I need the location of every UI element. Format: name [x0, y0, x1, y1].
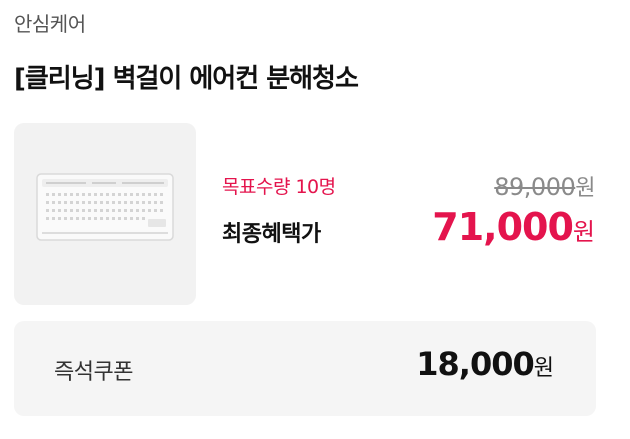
- final-price-value: 71,000: [432, 205, 574, 249]
- final-price: 71,000원: [432, 205, 595, 249]
- target-quantity: 목표수량 10명: [222, 176, 336, 198]
- final-price-label: 최종혜택가: [222, 222, 321, 247]
- coupon-amount-unit: 원: [533, 356, 554, 381]
- air-conditioner-icon: [36, 173, 174, 241]
- original-price: 89,000원: [494, 170, 595, 202]
- product-image-card[interactable]: [14, 123, 196, 305]
- final-price-unit: 원: [572, 218, 595, 246]
- coupon-label: 즉석쿠폰: [54, 360, 133, 385]
- brand-label: 안심케어: [14, 12, 86, 36]
- instant-coupon-row[interactable]: 즉석쿠폰 18,000원: [14, 321, 596, 416]
- original-price-value: 89,000: [494, 173, 576, 201]
- coupon-amount: 18,000원: [416, 345, 554, 383]
- product-title: [클리닝] 벽걸이 에어컨 분해청소: [14, 64, 359, 94]
- original-price-unit: 원: [575, 176, 595, 201]
- coupon-amount-value: 18,000: [416, 345, 534, 383]
